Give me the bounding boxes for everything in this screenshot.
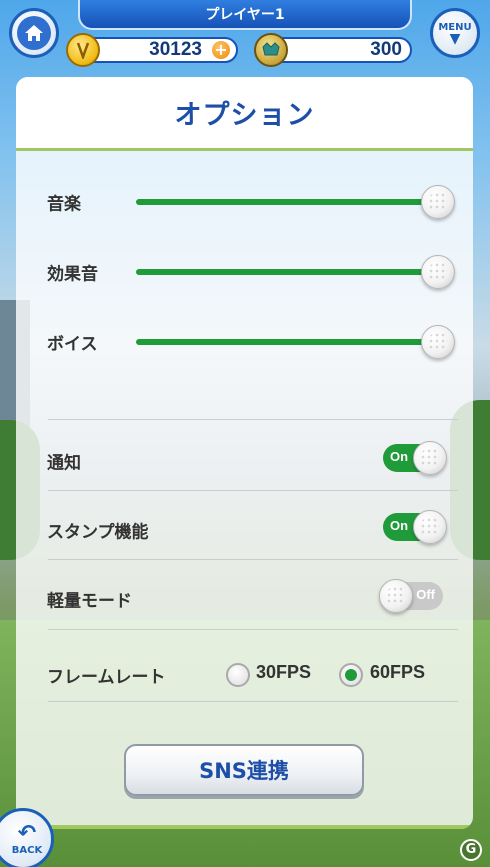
gem-value: 300 [370, 39, 402, 60]
radio-30fps[interactable] [226, 663, 250, 687]
sfx-slider-track[interactable] [136, 269, 436, 275]
player-name: プレイヤー1 [205, 7, 285, 23]
divider [48, 419, 458, 420]
back-arrow-icon: ↶ [17, 820, 37, 846]
radio-label-60fps[interactable]: 60FPS [370, 662, 425, 683]
voice-slider-thumb[interactable] [421, 325, 455, 359]
coin-counter: 30123 + [66, 33, 238, 67]
panel-header: オプション [16, 77, 473, 151]
lightweight-mode-toggle[interactable]: Off [379, 579, 443, 613]
slider-label: 効果音 [47, 264, 98, 285]
notifications-toggle[interactable]: On [383, 441, 447, 475]
divider [48, 559, 458, 560]
slider-row-voice: ボイス [16, 322, 473, 362]
toggle-state: On [390, 449, 409, 464]
voice-slider-track[interactable] [136, 339, 436, 345]
toggle-knob [413, 510, 447, 544]
slider-label: 音楽 [47, 194, 81, 215]
toggle-row-notifications: 通知 On [16, 431, 473, 491]
radio-label-30fps[interactable]: 30FPS [256, 662, 311, 683]
menu-button[interactable]: MENU ▼ [430, 8, 480, 58]
toggle-row-stamp: スタンプ機能 On [16, 500, 473, 560]
top-bar: プレイヤー1 MENU ▼ 30123 + 300 [0, 0, 490, 70]
divider [48, 629, 458, 630]
music-slider-track[interactable] [136, 199, 436, 205]
toggle-label: 通知 [47, 453, 81, 474]
toggle-row-lightweight: 軽量モード Off [16, 569, 473, 629]
home-button[interactable] [9, 8, 59, 58]
toggle-state: Off [416, 587, 435, 602]
sfx-slider-fill [136, 269, 436, 275]
options-panel: オプション 音楽 効果音 ボイス 通知 On スタンプ機能 On 軽量モード O… [16, 77, 473, 829]
stamp-toggle[interactable]: On [383, 510, 447, 544]
voice-slider-fill [136, 339, 436, 345]
divider [48, 490, 458, 491]
panel-bottom-line [16, 825, 473, 829]
watermark-logo: G [460, 839, 482, 861]
slider-label: ボイス [47, 334, 98, 355]
frame-rate-label: フレームレート [47, 667, 166, 688]
plus-icon[interactable]: + [210, 39, 232, 61]
gem-icon [254, 33, 288, 67]
music-slider-thumb[interactable] [421, 185, 455, 219]
sns-link-button[interactable]: SNS連携 [124, 744, 364, 796]
divider [48, 701, 458, 702]
coin-icon [66, 33, 100, 67]
gem-counter: 300 [254, 33, 412, 67]
toggle-state: On [390, 518, 409, 533]
toggle-label: 軽量モード [47, 591, 132, 612]
slider-row-music: 音楽 [16, 182, 473, 222]
music-slider-fill [136, 199, 436, 205]
home-icon [17, 16, 51, 50]
frame-rate-row: フレームレート 30FPS 60FPS [16, 645, 473, 705]
chevron-down-icon: ▼ [449, 30, 461, 47]
coin-value: 30123 [149, 39, 202, 60]
slider-row-sfx: 効果音 [16, 252, 473, 292]
toggle-label: スタンプ機能 [47, 522, 149, 543]
toggle-knob [379, 579, 413, 613]
sfx-slider-thumb[interactable] [421, 255, 455, 289]
back-label: BACK [11, 844, 43, 856]
toggle-knob [413, 441, 447, 475]
page-title: オプション [174, 100, 315, 131]
radio-60fps[interactable] [339, 663, 363, 687]
sns-button-label: SNS連携 [199, 759, 289, 783]
player-name-tab: プレイヤー1 [78, 0, 412, 30]
